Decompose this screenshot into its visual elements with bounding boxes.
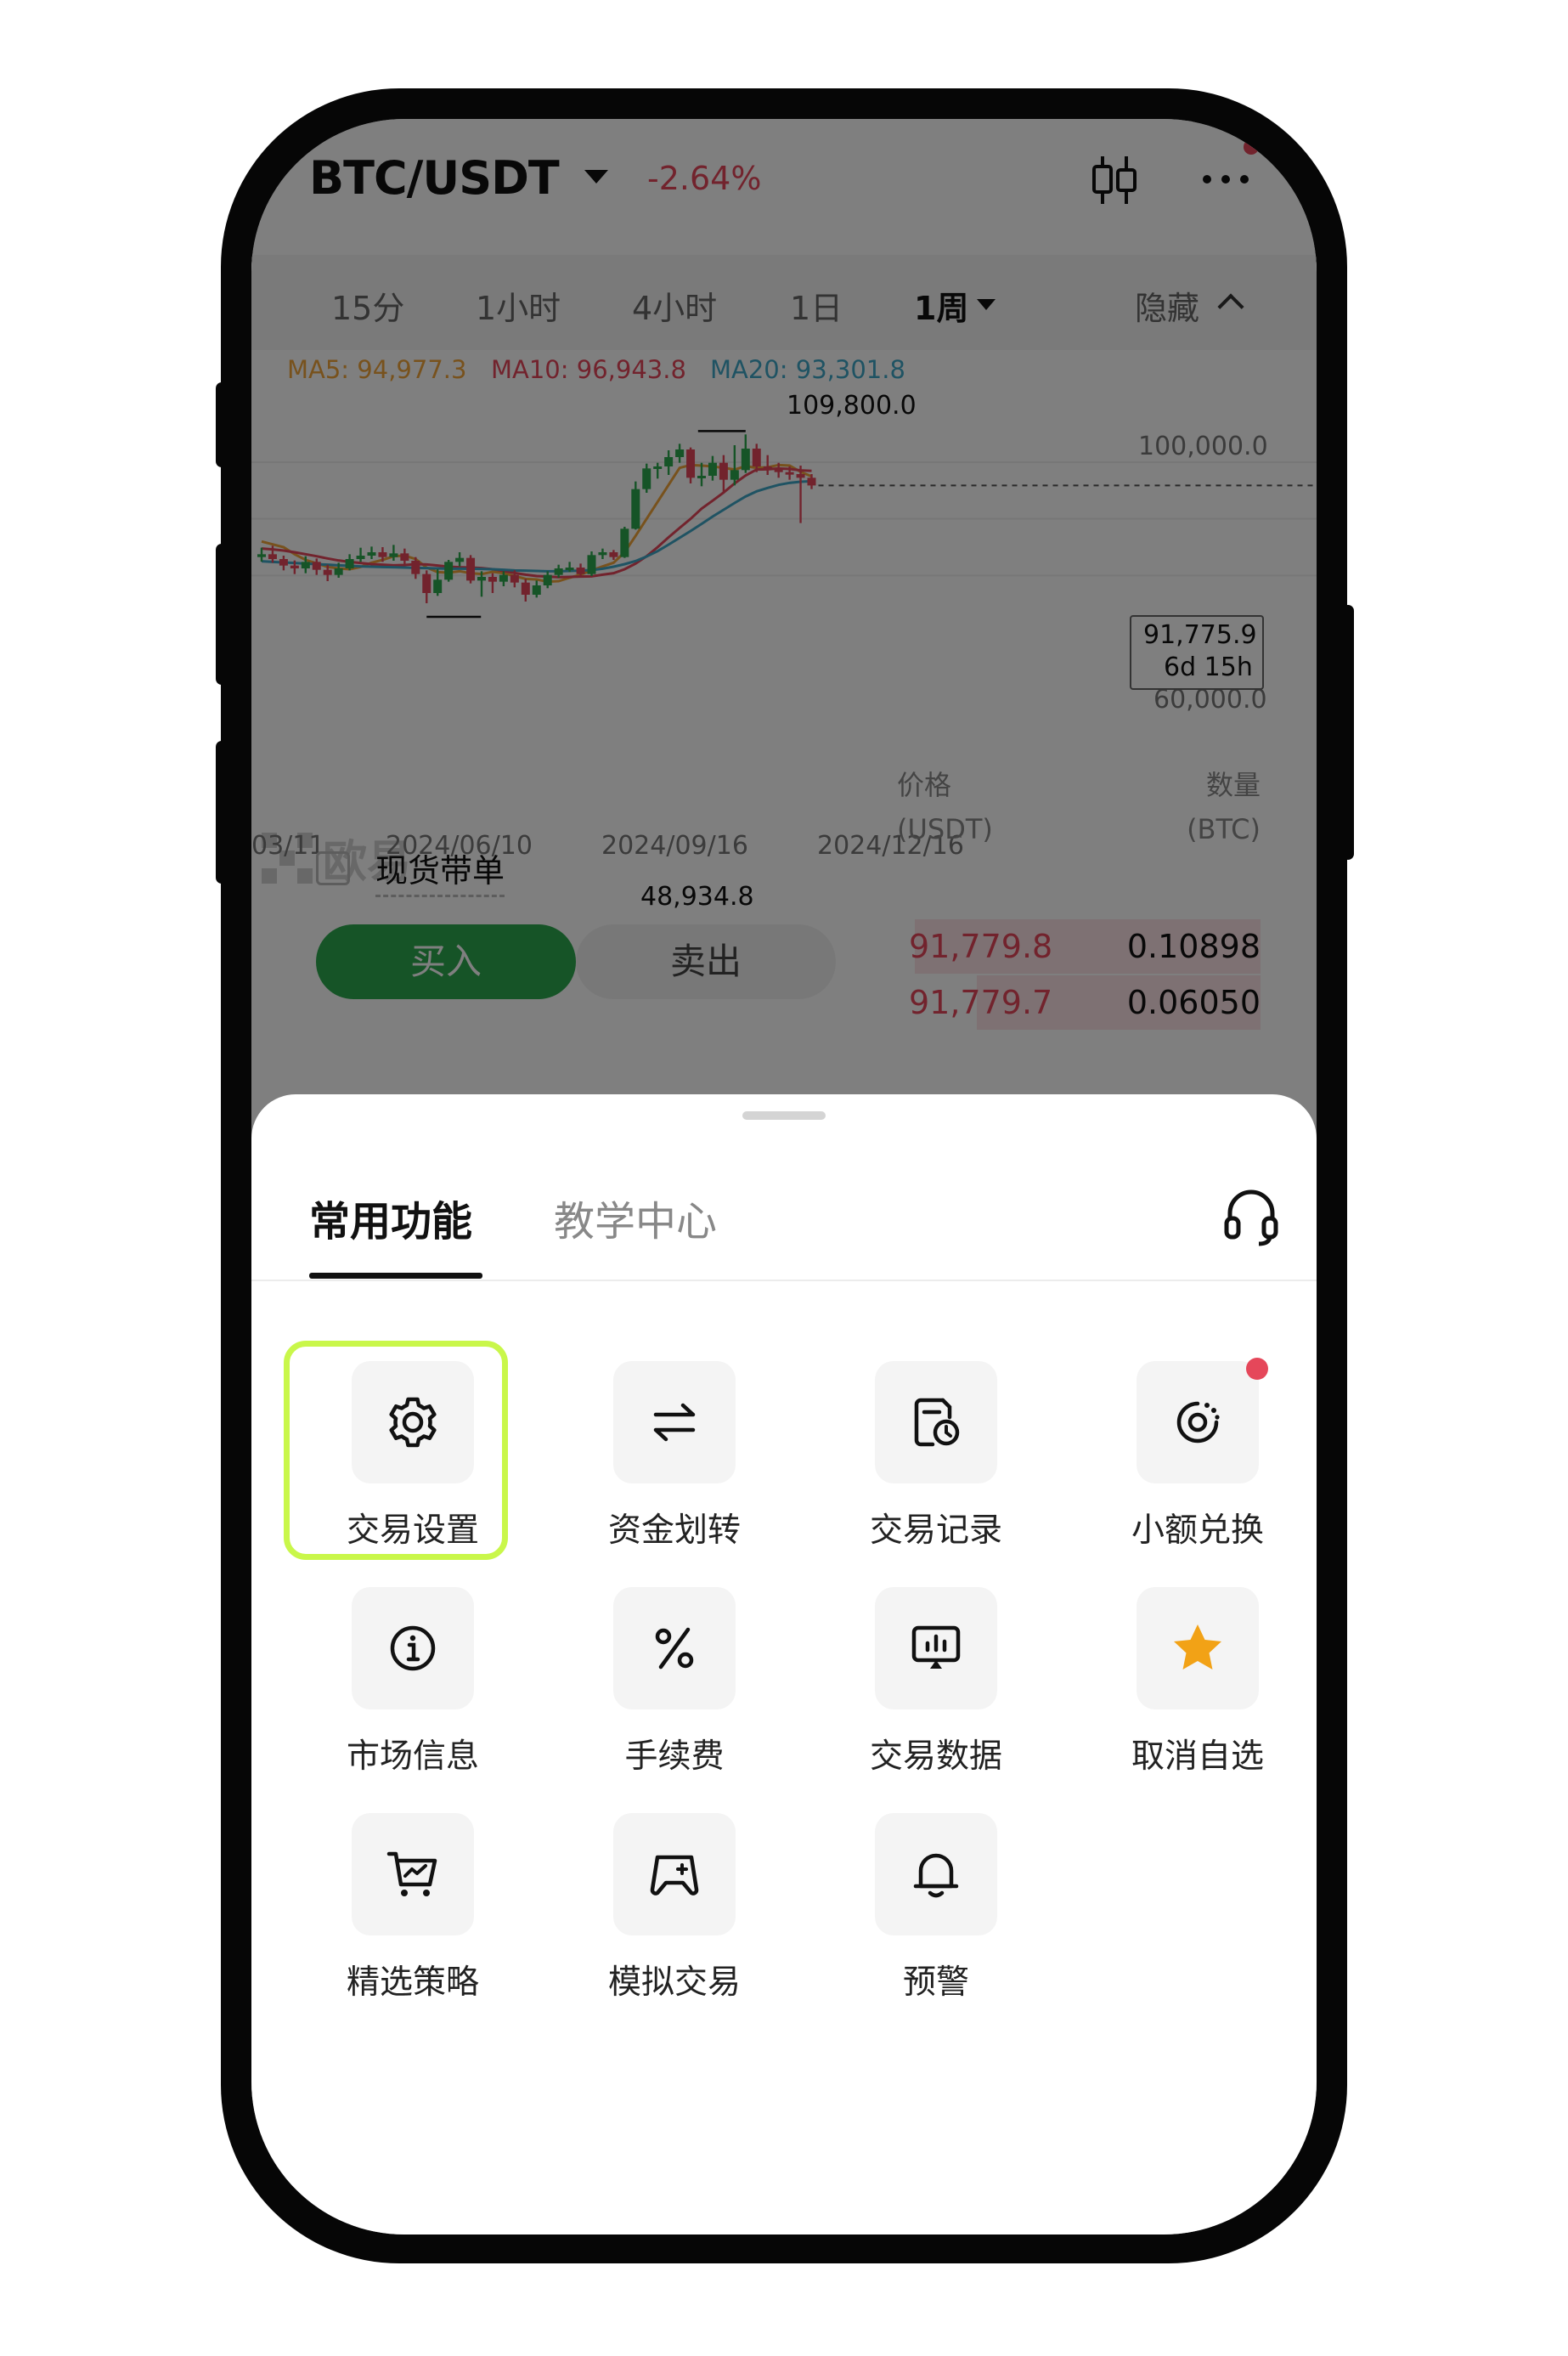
tile — [352, 1813, 474, 1935]
tile — [613, 1813, 736, 1935]
gear-icon — [389, 1397, 437, 1448]
app-screen: BTC/USDT -2.64% 15分 1小时 4小时 1日 1周 隐藏 MA5… — [251, 119, 1317, 2235]
demo-trading-icon — [650, 1855, 699, 1896]
tile — [875, 1361, 997, 1483]
percent-icon — [655, 1627, 694, 1670]
power-button — [1342, 605, 1354, 860]
function-sheet: 常用功能 教学中心 交易设置 资金划转 交易记录 小额兑换 市场信息 手续费 交… — [251, 1094, 1317, 2235]
item-fees[interactable]: 手续费 — [545, 1563, 800, 1776]
item-label: 资金划转 — [607, 1511, 741, 1550]
trading-data-icon — [911, 1625, 961, 1669]
item-label: 交易数据 — [869, 1737, 1002, 1776]
item-label: 预警 — [902, 1963, 969, 2002]
transfer-icon — [653, 1403, 696, 1442]
item-label: 模拟交易 — [607, 1963, 741, 2002]
strategy-icon — [386, 1851, 437, 1896]
tile — [1137, 1361, 1259, 1483]
item-label: 精选策略 — [346, 1963, 479, 2002]
side-key-button — [216, 741, 228, 884]
item-alerts[interactable]: 预警 — [807, 1789, 1062, 2002]
item-trade-history[interactable]: 交易记录 — [807, 1337, 1062, 1550]
item-label: 交易设置 — [346, 1511, 479, 1550]
star-icon — [1174, 1624, 1221, 1670]
item-demo-trading[interactable]: 模拟交易 — [545, 1789, 800, 2002]
item-label: 小额兑换 — [1131, 1511, 1264, 1550]
tile — [875, 1813, 997, 1935]
item-trade-settings[interactable]: 交易设置 — [284, 1337, 539, 1550]
bell-icon — [913, 1853, 959, 1898]
sheet-drag-handle[interactable] — [742, 1111, 826, 1120]
item-fund-transfer[interactable]: 资金划转 — [545, 1337, 800, 1550]
tab-common-functions[interactable]: 常用功能 — [309, 1188, 472, 1247]
headset-icon[interactable] — [1221, 1186, 1281, 1247]
item-market-info[interactable]: 市场信息 — [284, 1563, 539, 1776]
info-icon — [390, 1625, 436, 1671]
item-remove-favorite[interactable]: 取消自选 — [1069, 1563, 1317, 1776]
item-label: 取消自选 — [1131, 1737, 1264, 1776]
tab-learning-center[interactable]: 教学中心 — [554, 1188, 717, 1247]
tile — [875, 1587, 997, 1709]
tile — [613, 1587, 736, 1709]
history-icon — [914, 1398, 960, 1447]
volume-up-button — [216, 382, 228, 467]
small-exchange-icon — [1176, 1401, 1220, 1444]
tile — [352, 1587, 474, 1709]
item-trading-data[interactable]: 交易数据 — [807, 1563, 1062, 1776]
item-label: 手续费 — [624, 1737, 725, 1776]
tile — [1137, 1587, 1259, 1709]
item-label: 市场信息 — [346, 1737, 479, 1776]
active-tab-indicator — [309, 1273, 482, 1279]
tile — [613, 1361, 736, 1483]
item-small-exchange[interactable]: 小额兑换 — [1069, 1337, 1317, 1550]
sheet-divider — [251, 1280, 1317, 1281]
item-label: 交易记录 — [869, 1511, 1002, 1550]
item-strategies[interactable]: 精选策略 — [284, 1789, 539, 2002]
tile — [352, 1361, 474, 1483]
volume-down-button — [216, 544, 228, 685]
notification-dot — [1246, 1358, 1268, 1380]
